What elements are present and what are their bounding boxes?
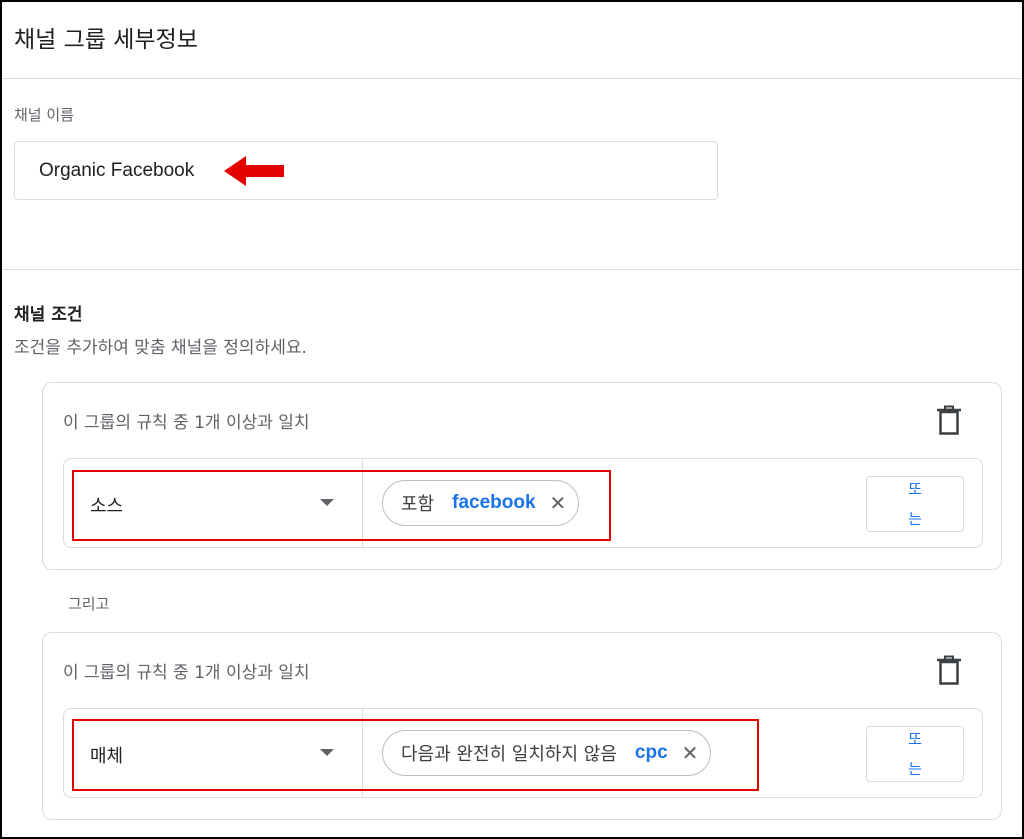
condition-value: cpc: [634, 742, 668, 763]
rule-row: 소스 포함 facebook ✕ 또 는: [63, 458, 983, 548]
and-label: 그리고: [68, 595, 110, 613]
divider: [2, 78, 1022, 79]
condition-operator: 다음과 완전히 일치하지 않음: [401, 744, 617, 765]
caret-down-icon: [320, 499, 334, 506]
conditions-title: 채널 조건: [14, 305, 83, 325]
condition-chip[interactable]: 포함 facebook ✕: [382, 480, 580, 526]
page-title: 채널 그룹 세부정보: [14, 27, 198, 53]
condition-group-2: 이 그룹의 규칙 중 1개 이상과 일치 매체 다음과 완전히 일치하지 않음 …: [42, 632, 1002, 820]
dimension-value: 소스: [90, 496, 124, 517]
conditions-description: 조건을 추가하여 맞춤 채널을 정의하세요.: [14, 338, 307, 358]
channel-name-label: 채널 이름: [14, 106, 74, 124]
channel-name-input[interactable]: Organic Facebook: [14, 141, 718, 200]
or-button-label-line1: 또: [908, 730, 922, 748]
group-header: 이 그룹의 규칙 중 1개 이상과 일치: [63, 413, 310, 433]
dimension-value: 매체: [90, 746, 124, 767]
rule-row: 매체 다음과 완전히 일치하지 않음 cpc ✕ 또 는: [63, 708, 983, 798]
condition-chip[interactable]: 다음과 완전히 일치하지 않음 cpc ✕: [382, 730, 712, 776]
channel-group-details-panel: 채널 그룹 세부정보 채널 이름 Organic Facebook 채널 조건 …: [0, 0, 1024, 839]
close-icon[interactable]: ✕: [550, 491, 567, 515]
caret-down-icon: [320, 749, 334, 756]
or-button-label-line2: 는: [908, 510, 922, 528]
arrow-left-icon: [224, 156, 284, 186]
dimension-select[interactable]: 매체: [64, 709, 362, 797]
or-button-label-line1: 또: [908, 480, 922, 498]
trash-icon[interactable]: [937, 405, 961, 435]
trash-icon[interactable]: [937, 655, 961, 685]
dimension-select[interactable]: 소스: [64, 459, 362, 547]
divider: [2, 269, 1022, 270]
or-button[interactable]: 또 는: [866, 726, 964, 782]
group-header: 이 그룹의 규칙 중 1개 이상과 일치: [63, 663, 310, 683]
condition-value: facebook: [452, 492, 536, 513]
divider: [362, 459, 363, 547]
condition-operator: 포함: [401, 494, 435, 515]
condition-group-1: 이 그룹의 규칙 중 1개 이상과 일치 소스 포함 facebook ✕ 또 …: [42, 382, 1002, 570]
divider: [362, 709, 363, 797]
close-icon[interactable]: ✕: [682, 741, 699, 765]
or-button-label-line2: 는: [908, 760, 922, 778]
or-button[interactable]: 또 는: [866, 476, 964, 532]
